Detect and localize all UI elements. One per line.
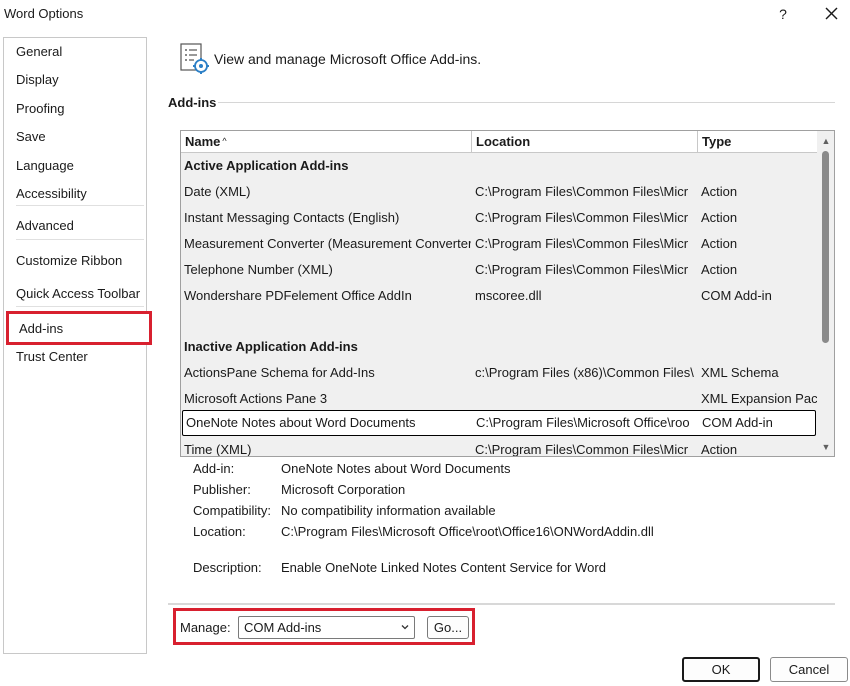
row-type: COM Add-in (702, 415, 773, 430)
row-name: OneNote Notes about Word Documents (186, 415, 416, 430)
detail-value-publisher: Microsoft Corporation (281, 482, 406, 497)
table-row[interactable]: Measurement Converter (Measurement Conve… (181, 231, 817, 257)
row-location: C:\Program Files\Common Files\Micr (475, 442, 689, 457)
sidebar-item-general[interactable]: General (4, 39, 146, 65)
row-name: Instant Messaging Contacts (English) (184, 210, 400, 225)
go-button[interactable]: Go... (427, 616, 469, 639)
row-type: XML Schema (701, 365, 779, 380)
detail-value-location: C:\Program Files\Microsoft Office\root\O… (281, 524, 654, 539)
add-ins-table[interactable]: Name ^ Location Type Active Application A… (180, 130, 835, 457)
sidebar-divider (16, 239, 144, 240)
window-title: Word Options (4, 6, 84, 21)
row-location: C:\Program Files\Microsoft Office\roo (476, 415, 690, 430)
row-type: XML Expansion Pack (701, 391, 818, 406)
group-label: Active Application Add-ins (184, 158, 349, 173)
table-row[interactable]: Telephone Number (XML) C:\Program Files\… (181, 257, 817, 283)
detail-value-add-in: OneNote Notes about Word Documents (281, 461, 511, 476)
scroll-down-arrow-icon[interactable]: ▼ (817, 439, 834, 455)
sidebar-item-language[interactable]: Language (4, 153, 146, 179)
title-bar: Word Options ? (0, 0, 850, 30)
sidebar-item-quick-access-toolbar[interactable]: Quick Access Toolbar (4, 281, 146, 307)
row-name: Measurement Converter (Measurement Conve… (184, 236, 471, 251)
chevron-down-icon (401, 625, 409, 630)
sidebar-item-customize-ribbon[interactable]: Customize Ribbon (4, 248, 146, 274)
row-location: c:\Program Files (x86)\Common Files\ (475, 365, 694, 380)
row-location: C:\Program Files\Common Files\Micr (475, 184, 689, 199)
column-header-location[interactable]: Location (472, 131, 698, 153)
detail-value-description: Enable OneNote Linked Notes Content Serv… (281, 560, 606, 575)
sidebar-item-proofing[interactable]: Proofing (4, 96, 146, 122)
row-name: Date (XML) (184, 184, 251, 199)
sidebar-item-display[interactable]: Display (4, 67, 146, 93)
table-header: Name ^ Location Type (181, 131, 817, 153)
scrollbar-thumb[interactable] (822, 151, 829, 343)
detail-label-publisher: Publisher: (193, 482, 251, 497)
row-location: C:\Program Files\Common Files\Micr (475, 236, 689, 251)
cancel-button[interactable]: Cancel (770, 657, 848, 682)
row-type: COM Add-in (701, 288, 772, 303)
vertical-scrollbar[interactable]: ▲ ▼ (817, 131, 834, 456)
row-type: Action (701, 210, 738, 225)
table-row[interactable]: Instant Messaging Contacts (English) C:\… (181, 205, 817, 231)
detail-label-location: Location: (193, 524, 246, 539)
section-title: Add-ins (168, 95, 217, 110)
section-divider (218, 102, 835, 103)
sort-ascending-icon: ^ (222, 136, 227, 146)
row-type: Action (701, 442, 738, 457)
table-row[interactable]: Microsoft Actions Pane 3 XML Expansion P… (181, 386, 818, 412)
row-location: C:\Program Files\Common Files\Micr (475, 262, 689, 277)
help-button[interactable]: ? (772, 4, 794, 24)
row-name: Microsoft Actions Pane 3 (184, 391, 328, 406)
row-location: C:\Program Files\Common Files\Micr (475, 210, 689, 225)
sidebar-item-advanced[interactable]: Advanced (4, 213, 146, 239)
row-type: Action (701, 236, 738, 251)
close-icon (825, 7, 838, 20)
sidebar: General Display Proofing Save Language A… (3, 37, 152, 654)
row-name: Wondershare PDFelement Office AddIn (184, 288, 412, 303)
page-heading: View and manage Microsoft Office Add-ins… (214, 51, 482, 67)
manage-label: Manage: (180, 620, 231, 635)
add-ins-manage-icon (178, 42, 212, 76)
ok-button[interactable]: OK (682, 657, 760, 682)
row-location: mscoree.dll (475, 288, 542, 303)
detail-label-add-in: Add-in: (193, 461, 235, 476)
table-row[interactable]: Wondershare PDFelement Office AddIn msco… (181, 283, 817, 309)
row-type: Action (701, 262, 738, 277)
sidebar-item-accessibility[interactable]: Accessibility (4, 181, 146, 207)
column-header-type[interactable]: Type (698, 131, 817, 153)
row-name: Time (XML) (184, 442, 252, 457)
close-button[interactable] (818, 2, 844, 26)
table-row[interactable]: Time (XML) C:\Program Files\Common Files… (181, 437, 817, 457)
detail-label-description: Description: (193, 560, 262, 575)
group-header-inactive: Inactive Application Add-ins (181, 334, 817, 360)
manage-group: Manage: COM Add-ins Go... (173, 608, 475, 645)
column-header-name[interactable]: Name ^ (181, 131, 472, 153)
sidebar-divider (16, 306, 144, 307)
sidebar-item-add-ins[interactable]: Add-ins (6, 311, 152, 345)
sidebar-divider (16, 205, 144, 206)
detail-value-compatibility: No compatibility information available (281, 503, 496, 518)
table-row-selected[interactable]: OneNote Notes about Word Documents C:\Pr… (182, 410, 816, 436)
row-name: ActionsPane Schema for Add-Ins (184, 365, 375, 380)
table-row[interactable]: ActionsPane Schema for Add-Ins c:\Progra… (181, 360, 817, 386)
manage-dropdown[interactable]: COM Add-ins (238, 616, 415, 639)
row-name: Telephone Number (XML) (184, 262, 333, 277)
column-header-label: Name (185, 134, 221, 149)
sidebar-item-trust-center[interactable]: Trust Center (4, 344, 146, 370)
bottom-divider (168, 603, 835, 605)
group-label: Inactive Application Add-ins (184, 339, 358, 354)
scroll-up-arrow-icon[interactable]: ▲ (817, 133, 834, 149)
row-type: Action (701, 184, 738, 199)
detail-label-compatibility: Compatibility: (193, 503, 272, 518)
sidebar-item-save[interactable]: Save (4, 124, 146, 150)
group-header-active: Active Application Add-ins (181, 153, 817, 179)
table-row[interactable]: Date (XML) C:\Program Files\Common Files… (181, 179, 817, 205)
manage-dropdown-value: COM Add-ins (244, 620, 322, 635)
